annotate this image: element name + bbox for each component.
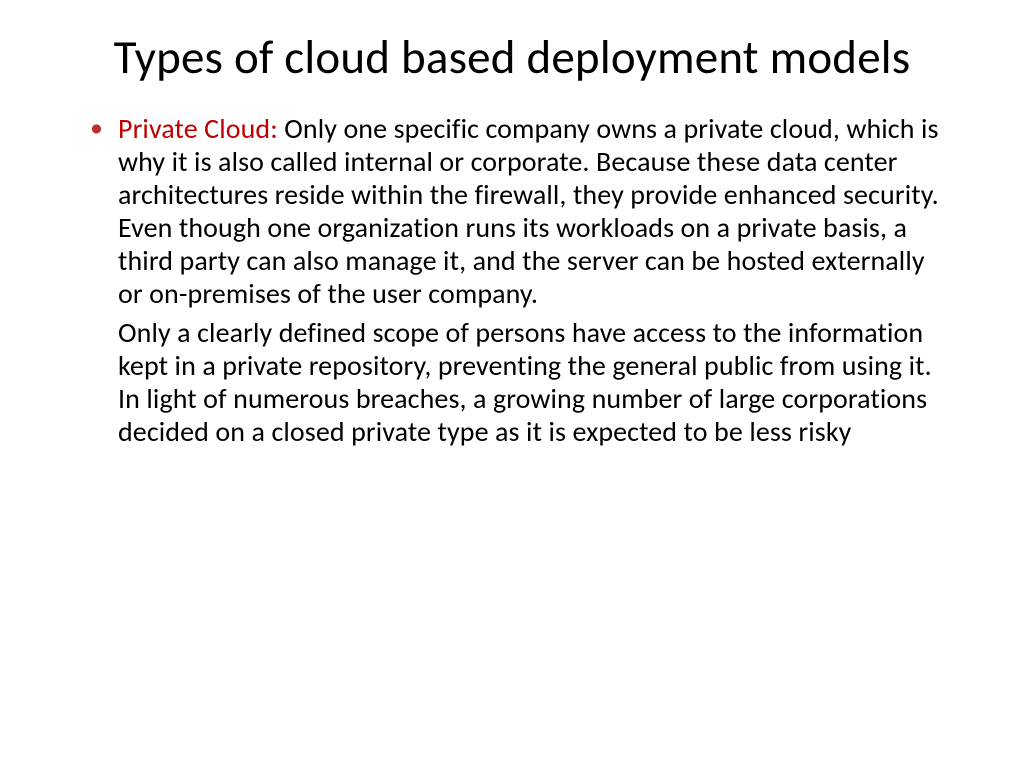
bullet-item: Private Cloud: Only one specific company… [90, 112, 954, 310]
slide-title: Types of cloud based deployment models [70, 30, 954, 84]
continuation-block: Only a clearly defined scope of persons … [90, 316, 954, 448]
slide-content: Private Cloud: Only one specific company… [70, 112, 954, 448]
bullet-paragraph-1: Private Cloud: Only one specific company… [118, 112, 954, 310]
bullet-term: Private Cloud: [118, 111, 278, 146]
bullet-paragraph-2: Only a clearly defined scope of persons … [118, 316, 954, 448]
slide-container: Types of cloud based deployment models P… [0, 0, 1024, 768]
